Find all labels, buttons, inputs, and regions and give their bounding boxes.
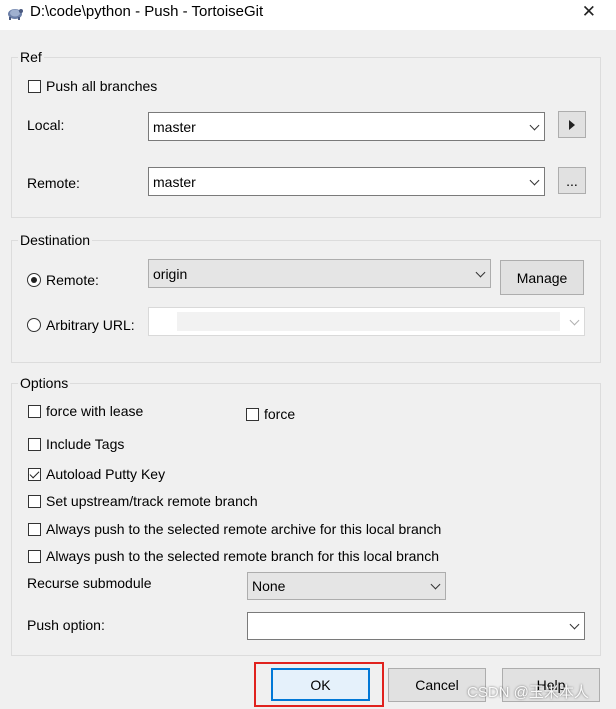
remote-branch-select[interactable]: master <box>148 167 545 196</box>
close-icon[interactable]: ✕ <box>582 2 596 22</box>
chevron-down-icon <box>569 619 580 630</box>
watermark: CSDN @玉米本人 <box>467 684 589 701</box>
arbitrary-url-select[interactable] <box>148 307 585 336</box>
set-upstream-checkbox[interactable]: Set upstream/track remote branch <box>28 493 258 509</box>
checkbox-box[interactable] <box>28 404 41 418</box>
autoload-putty-key-label: Autoload Putty Key <box>46 466 166 482</box>
include-tags-checkbox[interactable]: Include Tags <box>28 436 124 452</box>
tortoisegit-icon <box>8 9 23 20</box>
checkbox-box[interactable] <box>246 407 259 421</box>
force-label: force <box>264 406 296 422</box>
local-menu-button[interactable] <box>558 111 586 138</box>
recurse-submodule-value: None <box>252 578 286 594</box>
arbitrary-url-label: Arbitrary URL: <box>46 317 135 333</box>
checkbox-box[interactable] <box>28 549 41 563</box>
local-branch-value: master <box>153 118 196 135</box>
force-with-lease-label: force with lease <box>46 403 144 419</box>
local-label: Local: <box>27 117 65 133</box>
remote-select[interactable]: origin <box>148 259 491 288</box>
force-checkbox[interactable]: force <box>246 406 295 422</box>
manage-button[interactable]: Manage <box>500 260 584 295</box>
options-group-label: Options <box>18 375 71 391</box>
chevron-down-icon <box>569 315 580 325</box>
browse-button[interactable]: ... <box>558 167 586 194</box>
checkbox-box[interactable] <box>28 467 41 481</box>
remote-radio[interactable]: Remote: <box>27 272 99 288</box>
title-bar: D:\code\python - Push - TortoiseGit ✕ <box>0 0 616 30</box>
push-all-branches-label: Push all branches <box>46 78 158 94</box>
arbitrary-url-radio[interactable]: Arbitrary URL: <box>27 317 135 333</box>
checkbox-box[interactable] <box>28 494 41 508</box>
radio-button[interactable] <box>27 318 41 332</box>
checkbox-box[interactable] <box>28 437 41 451</box>
destination-group-label: Destination <box>18 232 93 248</box>
set-upstream-label: Set upstream/track remote branch <box>46 493 258 509</box>
url-input-area <box>177 312 560 331</box>
remote-branch-label: Remote: <box>27 175 80 191</box>
always-push-branch-checkbox[interactable]: Always push to the selected remote branc… <box>28 548 439 564</box>
include-tags-label: Include Tags <box>46 436 125 452</box>
push-all-branches-checkbox[interactable]: Push all branches <box>28 78 157 94</box>
radio-button[interactable] <box>27 273 41 287</box>
recurse-submodule-label: Recurse submodule <box>27 575 152 591</box>
always-push-archive-label: Always push to the selected remote archi… <box>46 521 442 537</box>
autoload-putty-key-checkbox[interactable]: Autoload Putty Key <box>28 466 165 482</box>
push-option-select[interactable] <box>247 612 585 640</box>
checkbox-box[interactable] <box>28 522 41 536</box>
local-branch-select[interactable]: master <box>148 112 545 141</box>
play-arrow-icon <box>569 119 575 130</box>
ok-highlight-box <box>254 662 384 707</box>
remote-value: origin <box>153 265 188 282</box>
force-with-lease-checkbox[interactable]: force with lease <box>28 403 143 419</box>
always-push-branch-label: Always push to the selected remote branc… <box>46 548 439 564</box>
window-title: D:\code\python - Push - TortoiseGit <box>30 3 264 20</box>
remote-branch-value: master <box>153 173 196 190</box>
checkbox-box[interactable] <box>28 79 41 93</box>
remote-radio-label: Remote: <box>46 272 99 288</box>
always-push-archive-checkbox[interactable]: Always push to the selected remote archi… <box>28 521 441 537</box>
ref-group-label: Ref <box>18 49 44 65</box>
recurse-submodule-select[interactable]: None <box>247 572 446 600</box>
push-option-label: Push option: <box>27 617 105 633</box>
